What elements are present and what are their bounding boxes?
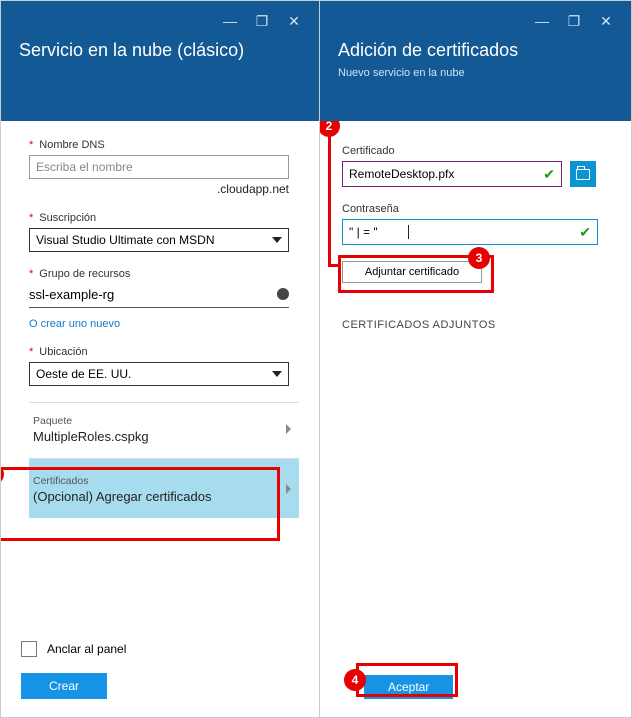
subscription-select[interactable]: Visual Studio Ultimate con MSDN [29, 228, 289, 252]
restore-icon[interactable]: ❐ [255, 13, 269, 30]
pin-label: Anclar al panel [47, 642, 126, 656]
annotation-box-1 [1, 467, 280, 541]
chevron-down-icon [272, 237, 282, 243]
panel-cloud-service: — ❐ ✕ Servicio en la nube (clásico) *Nom… [1, 1, 320, 717]
resource-group-label: Grupo de recursos [39, 268, 130, 280]
panel-title-right: Adición de certificados [338, 40, 613, 61]
minimize-icon[interactable]: — [535, 13, 549, 30]
package-label: Paquete [33, 415, 72, 427]
subscription-label: Suscripción [39, 212, 96, 224]
create-button[interactable]: Crear [21, 673, 107, 699]
check-icon: ✔ [543, 166, 555, 183]
annotation-marker-3: 3 [468, 247, 490, 269]
chevron-right-icon [286, 484, 291, 494]
chevron-down-icon [272, 371, 282, 377]
folder-icon [576, 169, 590, 180]
close-icon[interactable]: ✕ [287, 13, 301, 30]
chevron-right-icon [286, 424, 291, 434]
dns-label: Nombre DNS [39, 139, 104, 151]
resource-group-select[interactable]: ssl-example-rg [29, 284, 289, 308]
dns-suffix: .cloudapp.net [29, 182, 289, 196]
panel-subtitle-right: Nuevo servicio en la nube [338, 67, 613, 79]
panel-title-left: Servicio en la nube (clásico) [19, 40, 301, 61]
certificate-file-input[interactable]: RemoteDesktop.pfx ✔ [342, 161, 562, 187]
password-label: Contraseña [342, 203, 399, 215]
header-left: — ❐ ✕ Servicio en la nube (clásico) [1, 1, 319, 121]
password-input[interactable]: " | = " ✔ [342, 219, 598, 245]
attached-section-title: CERTIFICADOS ADJUNTOS [342, 319, 611, 331]
users-icon [277, 288, 289, 300]
certificate-label: Certificado [342, 145, 395, 157]
header-right: — ❐ ✕ Adición de certificados Nuevo serv… [320, 1, 631, 121]
browse-button[interactable] [570, 161, 596, 187]
location-label: Ubicación [39, 346, 87, 358]
package-item[interactable]: Paquete MultipleRoles.cspkg [29, 402, 299, 454]
annotation-box-2 [328, 127, 338, 267]
check-icon: ✔ [579, 224, 591, 241]
annotation-marker-4: 4 [344, 669, 366, 691]
panel-add-certificates: — ❐ ✕ Adición de certificados Nuevo serv… [320, 1, 631, 717]
close-icon[interactable]: ✕ [599, 13, 613, 30]
location-select[interactable]: Oeste de EE. UU. [29, 362, 289, 386]
dns-input[interactable]: Escriba el nombre [29, 155, 289, 179]
annotation-box-4 [356, 663, 458, 697]
package-value: MultipleRoles.cspkg [33, 429, 149, 444]
pin-checkbox[interactable] [21, 641, 37, 657]
restore-icon[interactable]: ❐ [567, 13, 581, 30]
minimize-icon[interactable]: — [223, 13, 237, 30]
create-new-rg-link[interactable]: O crear uno nuevo [29, 318, 299, 330]
